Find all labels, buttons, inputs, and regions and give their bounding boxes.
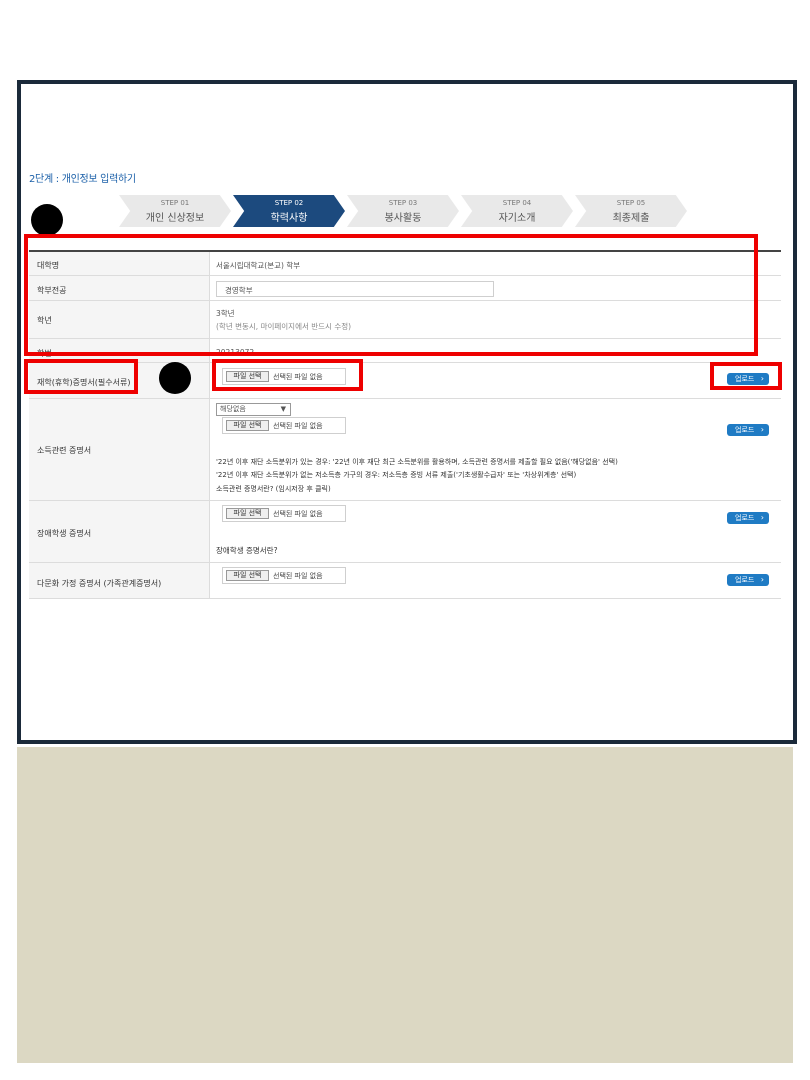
upload-label: 업로드 [735, 576, 755, 584]
highlight-student-info [24, 234, 758, 356]
choose-file-button[interactable]: 파일 선택 [226, 508, 269, 519]
income-note-2: '22년 이후 재단 소득분위가 없는 저소득층 가구의 경우: 저소득층 증빙… [216, 471, 577, 479]
page-title: 2단계 : 개인정보 입력하기 [29, 174, 136, 185]
choose-file-button[interactable]: 파일 선택 [226, 420, 269, 431]
step-label: STEP 05 [616, 199, 646, 207]
chevron-down-icon: ▼ [280, 405, 286, 413]
highlight-enrollment-label [24, 359, 138, 394]
annotation-dot-1 [31, 204, 63, 236]
income-cert-label: 소득관련 증명서 [37, 446, 92, 455]
income-type-value: 해당없음 [220, 405, 246, 413]
step-2[interactable]: STEP 02 학력사항 [233, 195, 345, 227]
choose-file-button[interactable]: 파일 선택 [226, 570, 269, 581]
annotation-dot-2 [159, 362, 191, 394]
disability-upload-button[interactable]: 업로드 › [727, 512, 769, 524]
step-4[interactable]: STEP 04 자기소개 [461, 195, 573, 227]
step-name: 최종제출 [612, 213, 650, 224]
step-label: STEP 04 [502, 199, 532, 207]
row-multicultural-cert: 다문화 가정 증명서 (가족관계증명서) 파일 선택 선택된 파일 없음 업로드… [29, 563, 781, 599]
file-status: 선택된 파일 없음 [273, 510, 323, 518]
file-status: 선택된 파일 없음 [273, 422, 323, 430]
row-enrollment-cert: 재학(휴학)증명서(필수서류) 파일 선택 선택된 파일 없음 업로드 › [29, 363, 781, 399]
bottom-panel [17, 747, 793, 1063]
step-1[interactable]: STEP 01 개인 신상정보 [119, 195, 231, 227]
disability-cert-label: 장애학생 증명서 [37, 529, 92, 538]
multicultural-cert-label: 다문화 가정 증명서 (가족관계증명서) [37, 579, 162, 588]
income-info-link[interactable]: 소득관련 증명서란? (임시저장 후 클릭) [216, 484, 331, 494]
step-name: 봉사활동 [384, 213, 422, 224]
row-disability-cert: 장애학생 증명서 파일 선택 선택된 파일 없음 업로드 › 장애학생 증명서란? [29, 501, 781, 563]
income-file-input[interactable]: 파일 선택 선택된 파일 없음 [222, 417, 346, 434]
income-upload-button[interactable]: 업로드 › [727, 424, 769, 436]
highlight-file-input [212, 359, 363, 391]
step-label: STEP 02 [274, 199, 304, 207]
highlight-upload-button [710, 362, 782, 390]
multicultural-file-input[interactable]: 파일 선택 선택된 파일 없음 [222, 567, 346, 584]
chevron-right-icon: › [760, 425, 764, 434]
step-name: 학력사항 [270, 213, 308, 224]
upload-label: 업로드 [735, 426, 755, 434]
upload-label: 업로드 [735, 514, 755, 522]
chevron-right-icon: › [760, 513, 764, 522]
step-5[interactable]: STEP 05 최종제출 [575, 195, 687, 227]
row-income-cert: 소득관련 증명서 해당없음 ▼ 파일 선택 선택된 파일 없음 업로드 › '22년… [29, 399, 781, 501]
file-status: 선택된 파일 없음 [273, 572, 323, 580]
step-name: 개인 신상정보 [145, 213, 205, 224]
step-name: 자기소개 [498, 213, 536, 224]
step-label: STEP 03 [388, 199, 418, 207]
multicultural-upload-button[interactable]: 업로드 › [727, 574, 769, 586]
screenshot-frame: 2단계 : 개인정보 입력하기 STEP 01 개인 신상정보 STEP 02 … [17, 80, 797, 744]
income-note-1: '22년 이후 재단 소득분위가 있는 경우: '22년 이후 재단 최근 소득… [216, 458, 618, 466]
step-label: STEP 01 [160, 199, 190, 207]
disability-file-input[interactable]: 파일 선택 선택된 파일 없음 [222, 505, 346, 522]
step-3[interactable]: STEP 03 봉사활동 [347, 195, 459, 227]
income-type-select[interactable]: 해당없음 ▼ [216, 403, 291, 416]
chevron-right-icon: › [760, 575, 764, 584]
disability-info-link[interactable]: 장애학생 증명서란? [216, 545, 278, 556]
